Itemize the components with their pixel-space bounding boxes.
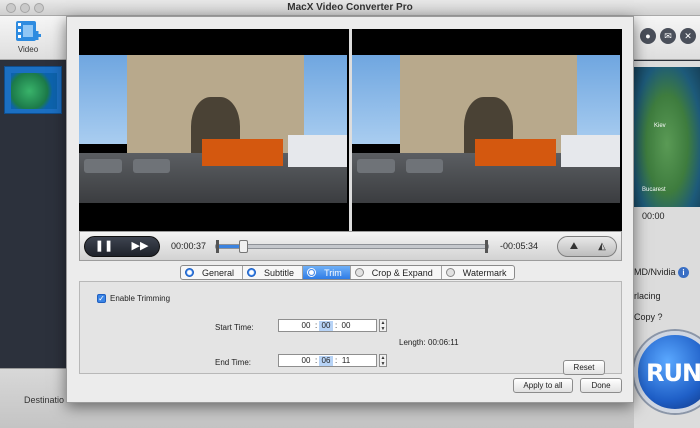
flip-horizontal-button[interactable]: ◭ (588, 239, 616, 254)
add-video-button[interactable]: Video (8, 18, 48, 58)
end-seconds[interactable]: 11 (339, 356, 353, 366)
trim-start-marker[interactable] (216, 240, 219, 253)
tab-general[interactable]: General (181, 266, 244, 279)
done-button[interactable]: Done (580, 378, 622, 393)
flip-button-group: ⛰ ◭ (557, 236, 617, 257)
remaining-time: -00:05:34 (500, 241, 539, 251)
interlacing-label: rlacing (634, 291, 661, 301)
radio-icon (354, 268, 364, 277)
map-city-kiev: Kiev (654, 123, 666, 129)
tools-icon[interactable]: ✕ (680, 28, 696, 44)
app-titlebar: MacX Video Converter Pro (0, 0, 700, 16)
map-city-bucarest: Bucarest (642, 187, 666, 193)
trim-panel: ✓ Enable Trimming Start Time: 00 : 00 : … (79, 281, 622, 375)
end-hours[interactable]: 00 (299, 356, 313, 366)
playback-slider[interactable] (215, 240, 489, 253)
mail-icon[interactable]: ✉ (660, 28, 676, 44)
playback-slider-knob[interactable] (239, 240, 249, 253)
playback-controls: ❚❚ ▶▶ 00:00:37 -00:05:34 ⛰ ◭ (79, 231, 622, 261)
apply-to-all-button[interactable]: Apply to all (513, 378, 573, 393)
edit-tabs: General Subtitle Trim Crop & Expand Wate… (180, 265, 516, 280)
run-label: RUN (646, 359, 700, 387)
start-time-label: Start Time: (215, 323, 254, 332)
radio-icon (247, 268, 257, 277)
length-label: Length: (399, 338, 426, 347)
tab-watermark[interactable]: Watermark (442, 266, 515, 279)
radio-icon (445, 268, 455, 277)
destination-label: Destinatio (24, 395, 65, 405)
file-list-pane (0, 61, 66, 368)
start-hours[interactable]: 00 (299, 321, 313, 331)
preview-time: 00:00 (642, 211, 665, 221)
info-icon[interactable]: i (678, 267, 690, 278)
radio-icon (307, 268, 317, 277)
original-video-frame (79, 55, 347, 203)
current-time: 00:00:37 (171, 241, 207, 251)
video-preview-area (79, 29, 622, 231)
start-minutes[interactable]: 00 (319, 321, 333, 331)
end-time-field[interactable]: 00 : 06 : 11 (278, 354, 377, 367)
window-title: MacX Video Converter Pro (287, 2, 413, 13)
pause-button[interactable]: ❚❚ (87, 239, 121, 254)
playback-button-group: ❚❚ ▶▶ (84, 236, 160, 257)
video-thumbnail[interactable] (4, 66, 62, 114)
enable-trimming-label: Enable Trimming (110, 294, 171, 303)
start-time-field[interactable]: 00 : 00 : 00 (278, 319, 377, 332)
output-video-frame (352, 55, 620, 203)
tab-trim[interactable]: Trim (303, 266, 351, 279)
video-label: Video (17, 45, 39, 54)
fast-forward-button[interactable]: ▶▶ (123, 239, 157, 254)
flip-vertical-button[interactable]: ⛰ (560, 239, 588, 254)
radio-icon (185, 268, 194, 277)
start-seconds[interactable]: 00 (339, 321, 353, 331)
tab-crop-expand[interactable]: Crop & Expand (351, 266, 442, 279)
film-add-icon (16, 21, 41, 41)
run-button[interactable]: RUN (634, 331, 700, 413)
start-time-stepper[interactable]: ▲ ▼ (379, 319, 387, 332)
help-icon[interactable]: ? (658, 312, 663, 322)
end-minutes[interactable]: 06 (319, 356, 333, 366)
reset-button[interactable]: Reset (563, 360, 605, 375)
gpu-label: MD/Nvidia i (634, 267, 690, 278)
length-value: 00:06:11 (428, 338, 459, 347)
edit-dialog: ❚❚ ▶▶ 00:00:37 -00:05:34 ⛰ ◭ General Sub… (66, 16, 634, 403)
copy-label: Copy ? (634, 312, 663, 322)
end-time-stepper[interactable]: ▲ ▼ (379, 354, 387, 367)
thumbnail-image (11, 73, 57, 109)
user-icon[interactable]: ● (640, 28, 656, 44)
tab-subtitle[interactable]: Subtitle (243, 266, 304, 279)
end-time-label: End Time: (215, 358, 252, 367)
enable-trimming-checkbox[interactable]: ✓ (97, 294, 106, 303)
preview-map-image: Kiev Bucarest (634, 67, 700, 207)
trim-end-marker[interactable] (485, 240, 488, 253)
output-preview-pane: Kiev Bucarest 00:00 MD/Nvidia i rlacing … (634, 61, 700, 428)
